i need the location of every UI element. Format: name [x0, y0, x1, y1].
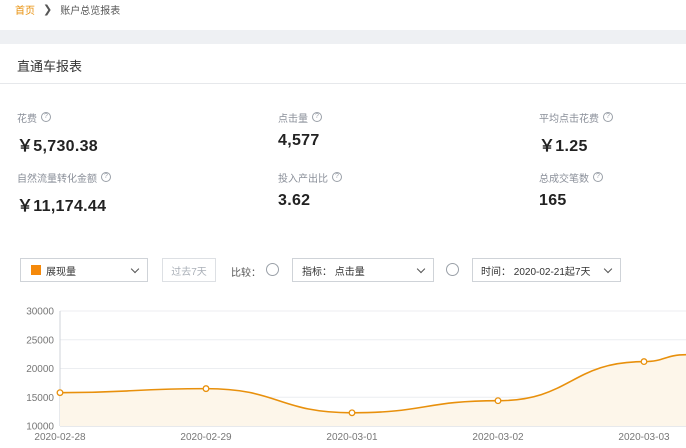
metric-label: 自然流量转化金额 — [17, 173, 97, 185]
chevron-down-icon — [130, 264, 140, 274]
section-gap — [0, 30, 686, 44]
time-radio[interactable] — [446, 263, 459, 276]
help-icon[interactable]: ? — [312, 112, 322, 122]
y-tick-label: 30000 — [26, 307, 54, 318]
y-tick-label: 20000 — [26, 364, 54, 375]
help-icon[interactable]: ? — [332, 172, 342, 182]
series-color-swatch — [31, 265, 41, 275]
past-range-button[interactable]: 过去7天 — [162, 258, 216, 282]
metric-label: 平均点击花费 — [539, 113, 599, 125]
y-tick-label: 25000 — [26, 335, 54, 346]
metric-total-orders: 总成交笔数? 165 — [539, 171, 603, 210]
compare-radio[interactable] — [266, 263, 279, 276]
metric-select[interactable]: 展现量 — [20, 258, 148, 282]
time-select-value: 时间： 2020-02-21起7天 — [481, 266, 591, 278]
index-select[interactable]: 指标： 点击量 — [292, 258, 434, 282]
help-icon[interactable]: ? — [593, 172, 603, 182]
chevron-down-icon — [416, 264, 426, 274]
metric-natural-conversion: 自然流量转化金额? ￥11,174.44 — [17, 171, 111, 216]
metric-label: 点击量 — [278, 113, 308, 125]
breadcrumb: 首页 ❯ 账户总览报表 — [15, 2, 121, 17]
metric-select-value: 展现量 — [46, 266, 76, 278]
x-tick-label: 2020-03-02 — [472, 432, 524, 443]
x-tick-label: 2020-02-28 — [34, 432, 86, 443]
chevron-right-icon: ❯ — [43, 3, 53, 16]
metric-avg-click-cost: 平均点击花费? ￥1.25 — [539, 111, 613, 156]
panel-title: 直通车报表 — [17, 59, 83, 74]
data-point — [56, 389, 64, 397]
divider — [0, 83, 686, 84]
metric-label: 投入产出比 — [278, 173, 328, 185]
compare-label: 比较： — [231, 268, 261, 279]
data-point — [348, 409, 356, 417]
data-point — [640, 358, 648, 366]
help-icon[interactable]: ? — [41, 112, 51, 122]
breadcrumb-current: 账户总览报表 — [60, 5, 121, 17]
chevron-down-icon — [603, 264, 613, 274]
x-tick-label: 2020-03-03 — [618, 432, 670, 443]
y-tick-label: 10000 — [26, 422, 54, 433]
metric-value: ￥5,730.38 — [17, 138, 98, 155]
metric-value: ￥11,174.44 — [17, 198, 107, 215]
metric-roi: 投入产出比? 3.62 — [278, 171, 342, 210]
metric-value: 4,577 — [278, 132, 320, 149]
x-tick-label: 2020-03-01 — [326, 432, 378, 443]
data-point — [202, 385, 210, 393]
metric-value: 3.62 — [278, 192, 311, 209]
metric-cost: 花费? ￥5,730.38 — [17, 111, 98, 156]
breadcrumb-home-link[interactable]: 首页 — [15, 2, 35, 17]
help-icon[interactable]: ? — [603, 112, 613, 122]
help-icon[interactable]: ? — [101, 172, 111, 182]
metric-value: ￥1.25 — [539, 138, 588, 155]
metric-value: 165 — [539, 192, 567, 209]
y-tick-label: 15000 — [26, 393, 54, 404]
metric-label: 总成交笔数 — [539, 173, 589, 185]
data-point — [494, 397, 502, 405]
x-tick-label: 2020-02-29 — [180, 432, 232, 443]
metric-clicks: 点击量? 4,577 — [278, 111, 322, 150]
metric-label: 花费 — [17, 113, 37, 125]
trend-chart: 10000 15000 20000 25000 30000 2020-02-28 2020-… — [26, 307, 686, 443]
time-select[interactable]: 时间： 2020-02-21起7天 — [472, 258, 621, 282]
index-select-value: 指标： 点击量 — [302, 266, 365, 278]
